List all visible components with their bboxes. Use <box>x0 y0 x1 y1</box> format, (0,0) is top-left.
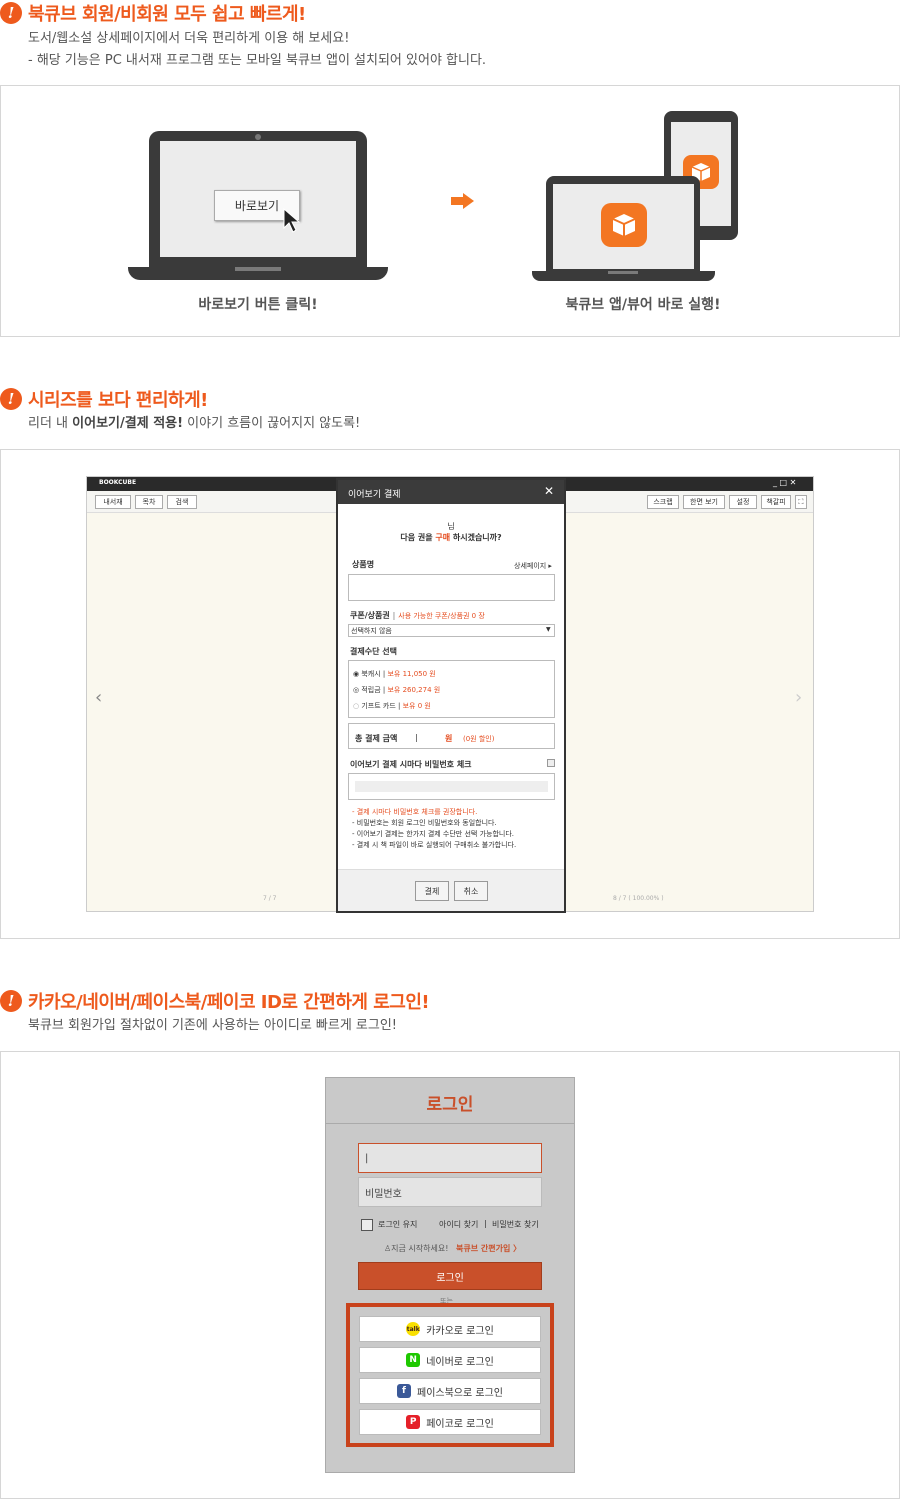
tool-bookmark[interactable]: 책갈피 <box>761 495 791 509</box>
naver-login-button[interactable]: N 네이버로 로그인 <box>359 1347 541 1373</box>
pay-option-cash[interactable]: ◉ 북캐시 | 보유 11,050 원 <box>353 669 436 679</box>
pay-option-gift[interactable]: ○ 기프트 카드 | 보유 0 원 <box>353 701 431 711</box>
product-field <box>348 574 555 601</box>
payco-login-button[interactable]: P 페이코로 로그인 <box>359 1409 541 1435</box>
id-input[interactable]: | <box>358 1143 542 1173</box>
prev-page-icon[interactable]: ‹ <box>95 687 102 708</box>
dropdown-arrow-icon: ▼ <box>546 626 551 633</box>
total-value: 원 <box>445 734 453 743</box>
cursor-icon <box>283 208 301 233</box>
next-page-icon[interactable]: › <box>795 687 802 708</box>
kakao-icon: talk <box>406 1322 421 1336</box>
tool-settings[interactable]: 설정 <box>729 495 757 509</box>
tool-toc[interactable]: 목차 <box>135 495 163 509</box>
section1-desc2: - 해당 기능은 PC 내서재 프로그램 또는 모바일 북큐브 앱이 설치되어 … <box>28 53 487 68</box>
payco-icon: P <box>406 1415 421 1429</box>
caption-run: 북큐브 앱/뷰어 바로 실행! <box>565 297 721 313</box>
section1-box <box>0 85 900 337</box>
page-left: 7 / 7 <box>263 895 277 902</box>
naver-icon: N <box>406 1353 421 1367</box>
pay-method-label: 결제수단 선택 <box>350 647 397 656</box>
signup-link[interactable]: 북큐브 간편가입 〉 <box>456 1243 521 1254</box>
cancel-button[interactable]: 취소 <box>454 881 488 901</box>
start-text: ♙지금 시작하세요! <box>384 1244 449 1253</box>
section2-desc: 리더 내 이어보기/결제 적용! 이야기 흐름이 끊어지지 않도록! <box>28 416 361 431</box>
section1-title: 북큐브 회원/비회원 모두 쉽고 빠르게! <box>28 4 306 25</box>
total-amount-box: 총 결제 금액 | 원 (0원 할인) <box>348 723 555 749</box>
section2-heading: ! 시리즈를 보다 편리하게! <box>0 386 208 412</box>
note-2: - 비밀번호는 회원 로그인 비밀번호와 동일합니다. <box>352 819 497 827</box>
pw-check-label: 이어보기 결제 시마다 비밀번호 체크 <box>350 760 472 769</box>
dialog-user: 님 <box>447 522 455 531</box>
kakao-login-button[interactable]: talk 카카오로 로그인 <box>359 1316 541 1342</box>
tool-single-page[interactable]: 한면 보기 <box>683 495 725 509</box>
section2-title: 시리즈를 보다 편리하게! <box>28 390 208 411</box>
section3-desc: 북큐브 회원가입 절차없이 기존에 사용하는 아이디로 빠르게 로그인! <box>28 1018 398 1033</box>
exclamation-icon: ! <box>0 2 22 24</box>
password-field[interactable] <box>348 773 555 800</box>
note-4: - 결제 시 책 파일이 바로 실행되어 구매취소 불가합니다. <box>352 841 517 849</box>
close-icon[interactable]: ✕ <box>544 484 554 498</box>
pay-option-points[interactable]: ◎ 적립금 | 보유 260,274 원 <box>353 685 440 695</box>
note-3: - 이어보기 결제는 한가지 결제 수단만 선택 가능합니다. <box>352 830 515 838</box>
dialog-title: 이어보기 결제 <box>348 490 401 500</box>
exclamation-icon: ! <box>0 388 22 410</box>
arrow-right-icon <box>451 193 474 209</box>
caption-click: 바로보기 버튼 클릭! <box>198 297 318 313</box>
product-label: 상품명 <box>352 560 375 569</box>
bookcube-app-icon <box>601 203 647 247</box>
tool-fullscreen[interactable]: ⛶ <box>795 495 807 509</box>
tool-scrap[interactable]: 스크랩 <box>647 495 679 509</box>
tool-search[interactable]: 검색 <box>167 495 197 509</box>
find-id-link[interactable]: 아이디 찾기 <box>439 1219 478 1230</box>
coupon-select[interactable]: 선택하지 않음 ▼ <box>348 624 555 637</box>
page-right: 8 / 7 ( 100.00% ) <box>613 895 664 902</box>
coupon-label: 쿠폰/상품권 | 사용 가능한 쿠폰/상품권 0 장 <box>350 611 485 620</box>
login-title: 로그인 <box>426 1095 474 1115</box>
section1-heading: ! 북큐브 회원/비회원 모두 쉽고 빠르게! <box>0 0 306 26</box>
note-1: - 결제 시마다 비밀번호 체크를 권장합니다. <box>352 808 478 816</box>
section3-title: 카카오/네이버/페이스북/페이코 ID로 간편하게 로그인! <box>28 992 430 1013</box>
find-pw-link[interactable]: 비밀번호 찾기 <box>492 1219 539 1230</box>
detail-page-link[interactable]: 상세페이지 ▸ <box>514 561 552 571</box>
login-button[interactable]: 로그인 <box>358 1262 542 1290</box>
section1-desc1: 도서/웹소설 상세페이지에서 더욱 편리하게 이용 해 보세요! <box>28 31 350 46</box>
total-label: 총 결제 금액 <box>355 734 398 743</box>
window-controls[interactable]: _ □ ✕ <box>773 478 796 487</box>
exclamation-icon: ! <box>0 990 22 1012</box>
total-discount: (0원 할인) <box>463 735 495 743</box>
keep-login-label: 로그인 유지 <box>378 1220 418 1229</box>
section3-heading: ! 카카오/네이버/페이스북/페이코 ID로 간편하게 로그인! <box>0 988 430 1014</box>
keep-login-checkbox[interactable] <box>361 1219 373 1231</box>
continue-payment-dialog: 이어보기 결제 ✕ 님 다음 권을 구매 하시겠습니까? 상품명 상세페이지 ▸… <box>336 478 566 913</box>
pay-method-box: ◉ 북캐시 | 보유 11,050 원 ◎ 적립금 | 보유 260,274 원… <box>348 660 555 718</box>
dialog-header: 이어보기 결제 ✕ <box>338 480 564 504</box>
facebook-icon: f <box>397 1384 411 1398</box>
pay-button[interactable]: 결제 <box>415 881 449 901</box>
reader-logo: BOOKCUBE <box>99 479 137 486</box>
tool-library[interactable]: 내서재 <box>95 495 131 509</box>
dialog-question: 다음 권을 구매 하시겠습니까? <box>400 533 502 542</box>
pw-check-checkbox[interactable] <box>547 759 555 767</box>
facebook-login-button[interactable]: f 페이스북으로 로그인 <box>359 1378 541 1404</box>
password-input[interactable]: 비밀번호 <box>358 1177 542 1207</box>
